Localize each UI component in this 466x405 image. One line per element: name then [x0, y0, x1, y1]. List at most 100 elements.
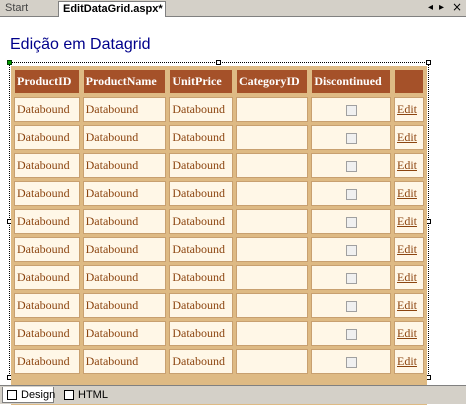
- edit-link[interactable]: Edit: [397, 130, 417, 144]
- column-header-unitprice: UnitPrice: [169, 69, 233, 94]
- edit-link[interactable]: Edit: [397, 214, 417, 228]
- cell-unitprice: Databound: [169, 209, 233, 234]
- cell-categoryid: [236, 237, 309, 262]
- column-header-discontinued: Discontinued: [311, 69, 391, 94]
- cell-edit: Edit: [394, 265, 424, 290]
- discontinued-checkbox[interactable]: [345, 188, 357, 200]
- cell-discontinued: [311, 209, 391, 234]
- cell-productid: Databound: [14, 125, 80, 150]
- cell-productid: Databound: [14, 237, 80, 262]
- resize-handle[interactable]: [7, 60, 12, 65]
- cell-edit: Edit: [394, 181, 424, 206]
- cell-categoryid: [236, 349, 309, 374]
- discontinued-checkbox[interactable]: [345, 272, 357, 284]
- discontinued-checkbox[interactable]: [345, 328, 357, 340]
- cell-productid: Databound: [14, 97, 80, 122]
- cell-categoryid: [236, 153, 309, 178]
- table-row: Databound Databound Databound Edit: [14, 209, 424, 234]
- edit-link[interactable]: Edit: [397, 354, 417, 368]
- tab-design-view[interactable]: Design: [2, 387, 56, 403]
- discontinued-checkbox[interactable]: [345, 244, 357, 256]
- cell-unitprice: Databound: [169, 237, 233, 262]
- cell-productid: Databound: [14, 153, 80, 178]
- scroll-right-icon[interactable]: ▸: [439, 2, 444, 14]
- cell-discontinued: [311, 321, 391, 346]
- cell-productid: Databound: [14, 209, 80, 234]
- edit-data-grid[interactable]: ProductID ProductName UnitPrice Category…: [11, 66, 427, 405]
- cell-categoryid: [236, 209, 309, 234]
- cell-edit: Edit: [394, 125, 424, 150]
- edit-link[interactable]: Edit: [397, 102, 417, 116]
- cell-discontinued: [311, 265, 391, 290]
- view-switcher-bar: Design HTML: [0, 385, 466, 404]
- cell-discontinued: [311, 293, 391, 318]
- cell-edit: Edit: [394, 153, 424, 178]
- document-tab-strip: Start Page EditDataGrid.aspx* ◂ ▸ ×: [0, 0, 466, 29]
- discontinued-checkbox[interactable]: [345, 160, 357, 172]
- discontinued-checkbox[interactable]: [345, 132, 357, 144]
- table-row: Databound Databound Databound Edit: [14, 237, 424, 262]
- cell-edit: Edit: [394, 237, 424, 262]
- cell-productname: Databound: [82, 237, 167, 262]
- cell-unitprice: Databound: [169, 265, 233, 290]
- column-header-categoryid: CategoryID: [236, 69, 309, 94]
- table-row: Databound Databound Databound Edit: [14, 153, 424, 178]
- cell-discontinued: [311, 97, 391, 122]
- cell-productname: Databound: [82, 181, 167, 206]
- cell-unitprice: Databound: [169, 293, 233, 318]
- close-icon[interactable]: ×: [452, 1, 462, 13]
- cell-discontinued: [311, 349, 391, 374]
- cell-edit: Edit: [394, 209, 424, 234]
- discontinued-checkbox[interactable]: [345, 356, 357, 368]
- scroll-left-icon[interactable]: ◂: [428, 2, 433, 14]
- page-title: Edição em Datagrid: [10, 36, 151, 53]
- cell-categoryid: [236, 97, 309, 122]
- edit-link[interactable]: Edit: [397, 242, 417, 256]
- cell-categoryid: [236, 265, 309, 290]
- tab-editdatagrid[interactable]: EditDataGrid.aspx*: [58, 1, 166, 17]
- table-row: Databound Databound Databound Edit: [14, 181, 424, 206]
- cell-productid: Databound: [14, 293, 80, 318]
- cell-discontinued: [311, 237, 391, 262]
- discontinued-checkbox[interactable]: [345, 300, 357, 312]
- cell-unitprice: Databound: [169, 153, 233, 178]
- cell-productname: Databound: [82, 153, 167, 178]
- cell-productid: Databound: [14, 321, 80, 346]
- cell-productid: Databound: [14, 349, 80, 374]
- html-view-icon: [64, 390, 74, 400]
- cell-categoryid: [236, 125, 309, 150]
- edit-link[interactable]: Edit: [397, 158, 417, 172]
- cell-productname: Databound: [82, 321, 167, 346]
- table-row: Databound Databound Databound Edit: [14, 293, 424, 318]
- table-row: Databound Databound Databound Edit: [14, 265, 424, 290]
- tab-start-page[interactable]: Start Page: [1, 1, 57, 29]
- cell-productname: Databound: [82, 349, 167, 374]
- column-header-productid: ProductID: [14, 69, 80, 94]
- cell-discontinued: [311, 153, 391, 178]
- cell-categoryid: [236, 181, 309, 206]
- resize-handle[interactable]: [216, 60, 221, 65]
- cell-edit: Edit: [394, 321, 424, 346]
- cell-unitprice: Databound: [169, 125, 233, 150]
- discontinued-checkbox[interactable]: [345, 104, 357, 116]
- cell-categoryid: [236, 321, 309, 346]
- cell-unitprice: Databound: [169, 181, 233, 206]
- table-row: Databound Databound Databound Edit: [14, 125, 424, 150]
- edit-link[interactable]: Edit: [397, 298, 417, 312]
- edit-link[interactable]: Edit: [397, 326, 417, 340]
- cell-edit: Edit: [394, 349, 424, 374]
- cell-categoryid: [236, 293, 309, 318]
- cell-productid: Databound: [14, 181, 80, 206]
- edit-link[interactable]: Edit: [397, 186, 417, 200]
- cell-discontinued: [311, 181, 391, 206]
- design-tab-label: Design: [21, 389, 56, 401]
- resize-handle[interactable]: [426, 60, 431, 65]
- tab-html-view[interactable]: HTML: [60, 387, 110, 403]
- html-tab-label: HTML: [78, 389, 108, 401]
- grid-header-row: ProductID ProductName UnitPrice Category…: [14, 69, 424, 94]
- discontinued-checkbox[interactable]: [345, 216, 357, 228]
- cell-productname: Databound: [82, 209, 167, 234]
- table-row: Databound Databound Databound Edit: [14, 321, 424, 346]
- edit-link[interactable]: Edit: [397, 270, 417, 284]
- cell-edit: Edit: [394, 293, 424, 318]
